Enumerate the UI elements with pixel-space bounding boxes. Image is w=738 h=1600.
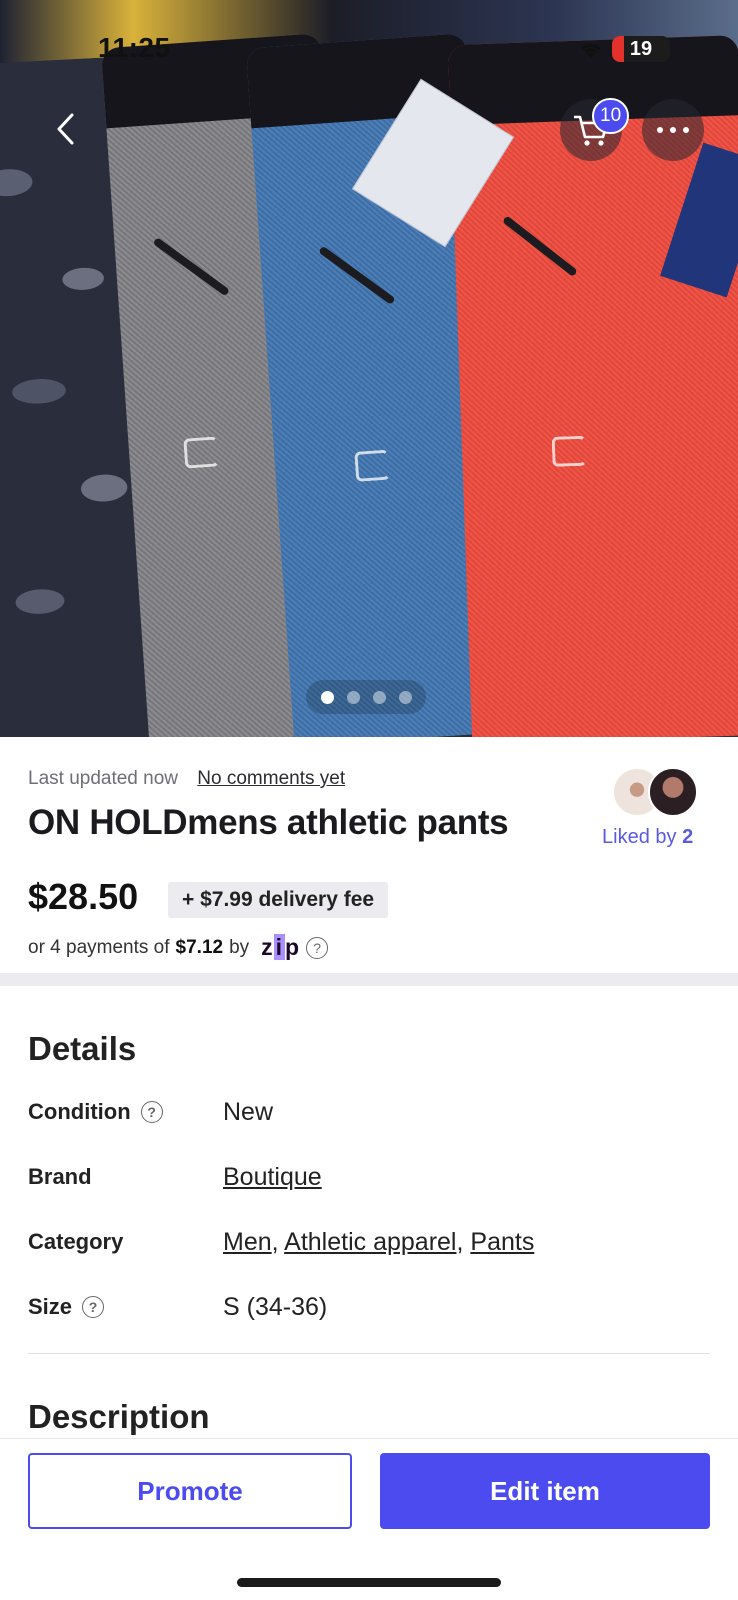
more-icon: [657, 127, 689, 133]
wifi-icon: [580, 43, 602, 58]
condition-row: Condition ? New: [28, 1092, 718, 1132]
delivery-fee-chip: + $7.99 delivery fee: [168, 882, 389, 918]
cart-count-badge: 10: [592, 98, 630, 134]
chevron-left-icon: [57, 113, 74, 145]
page-dot-4[interactable]: [398, 690, 412, 704]
promote-button[interactable]: Promote: [28, 1453, 352, 1529]
category-link-men[interactable]: Men: [223, 1228, 272, 1256]
category-link-pants[interactable]: Pants: [470, 1228, 534, 1256]
edit-item-button[interactable]: Edit item: [380, 1453, 710, 1529]
category-label: Category: [28, 1229, 124, 1254]
home-indicator[interactable]: [237, 1578, 501, 1587]
liked-count: 2: [682, 826, 694, 848]
description-heading: Description: [28, 1398, 210, 1435]
zip-logo: zip: [261, 934, 301, 960]
battery-indicator: 19: [612, 36, 670, 62]
item-price: $28.50: [28, 876, 139, 917]
installment-amount: $7.12: [175, 936, 224, 958]
brand-label: Brand: [28, 1164, 92, 1189]
size-value: S (34-36): [223, 1292, 328, 1321]
status-time: 11:25: [98, 32, 171, 63]
brand-row: Brand Boutique: [28, 1157, 718, 1197]
details-heading: Details: [28, 1030, 137, 1067]
section-divider: [0, 973, 738, 986]
brand-link[interactable]: Boutique: [223, 1163, 322, 1191]
liked-by-link[interactable]: Liked by 2: [602, 826, 693, 849]
installments-line: or 4 payments of $7.12 by zip ?: [28, 934, 329, 961]
size-label: Size: [28, 1294, 73, 1319]
listing-title: ON HOLDmens athletic pants: [28, 803, 509, 842]
back-button[interactable]: [34, 98, 96, 160]
category-row: Category Men, Athletic apparel, Pants: [28, 1227, 535, 1256]
condition-label: Condition: [28, 1099, 131, 1124]
more-options-button[interactable]: [642, 99, 704, 161]
last-updated-text: Last updated now: [28, 768, 179, 789]
liked-by-label: Liked by: [602, 826, 677, 848]
comments-link[interactable]: No comments yet: [197, 768, 345, 789]
condition-value: New: [223, 1097, 274, 1126]
help-icon[interactable]: ?: [140, 1101, 163, 1123]
page-dot-1[interactable]: [320, 690, 334, 704]
listing-meta: Last updated now No comments yet: [28, 768, 345, 790]
gallery-pagination[interactable]: [306, 680, 426, 714]
battery-level: 19: [629, 38, 653, 60]
installments-by: by: [229, 936, 250, 958]
liker-avatars[interactable]: [612, 767, 702, 821]
page-dot-2[interactable]: [346, 690, 360, 704]
help-icon[interactable]: ?: [82, 1296, 105, 1318]
help-icon[interactable]: ?: [306, 936, 329, 959]
category-link-athletic-apparel[interactable]: Athletic apparel: [284, 1228, 456, 1256]
avatar: [648, 767, 698, 817]
size-row: Size ? S (34-36): [28, 1287, 718, 1327]
page-dot-3[interactable]: [372, 690, 386, 704]
installments-prefix: or 4 payments of: [28, 936, 170, 958]
divider: [28, 1353, 710, 1354]
